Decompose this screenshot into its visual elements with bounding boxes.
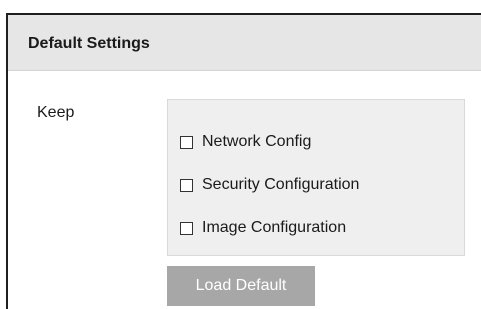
keep-label: Keep	[37, 104, 75, 121]
load-default-button[interactable]: Load Default	[167, 266, 315, 306]
image-configuration-label: Image Configuration	[202, 219, 347, 236]
panel-header: Default Settings	[8, 15, 481, 71]
network-config-checkbox[interactable]	[180, 135, 193, 149]
keep-options-group: Network Config Security Configuration Im…	[167, 99, 465, 256]
network-config-label: Network Config	[202, 133, 312, 150]
option-security-configuration[interactable]: Security Configuration	[180, 174, 359, 196]
security-configuration-checkbox[interactable]	[180, 178, 193, 192]
image-configuration-checkbox[interactable]	[180, 221, 193, 235]
security-configuration-label: Security Configuration	[202, 176, 360, 193]
panel-title: Default Settings	[28, 35, 150, 52]
option-image-configuration[interactable]: Image Configuration	[180, 217, 346, 239]
option-network-config[interactable]: Network Config	[180, 131, 311, 153]
default-settings-panel: Default Settings Keep Network Config Sec…	[6, 13, 481, 309]
